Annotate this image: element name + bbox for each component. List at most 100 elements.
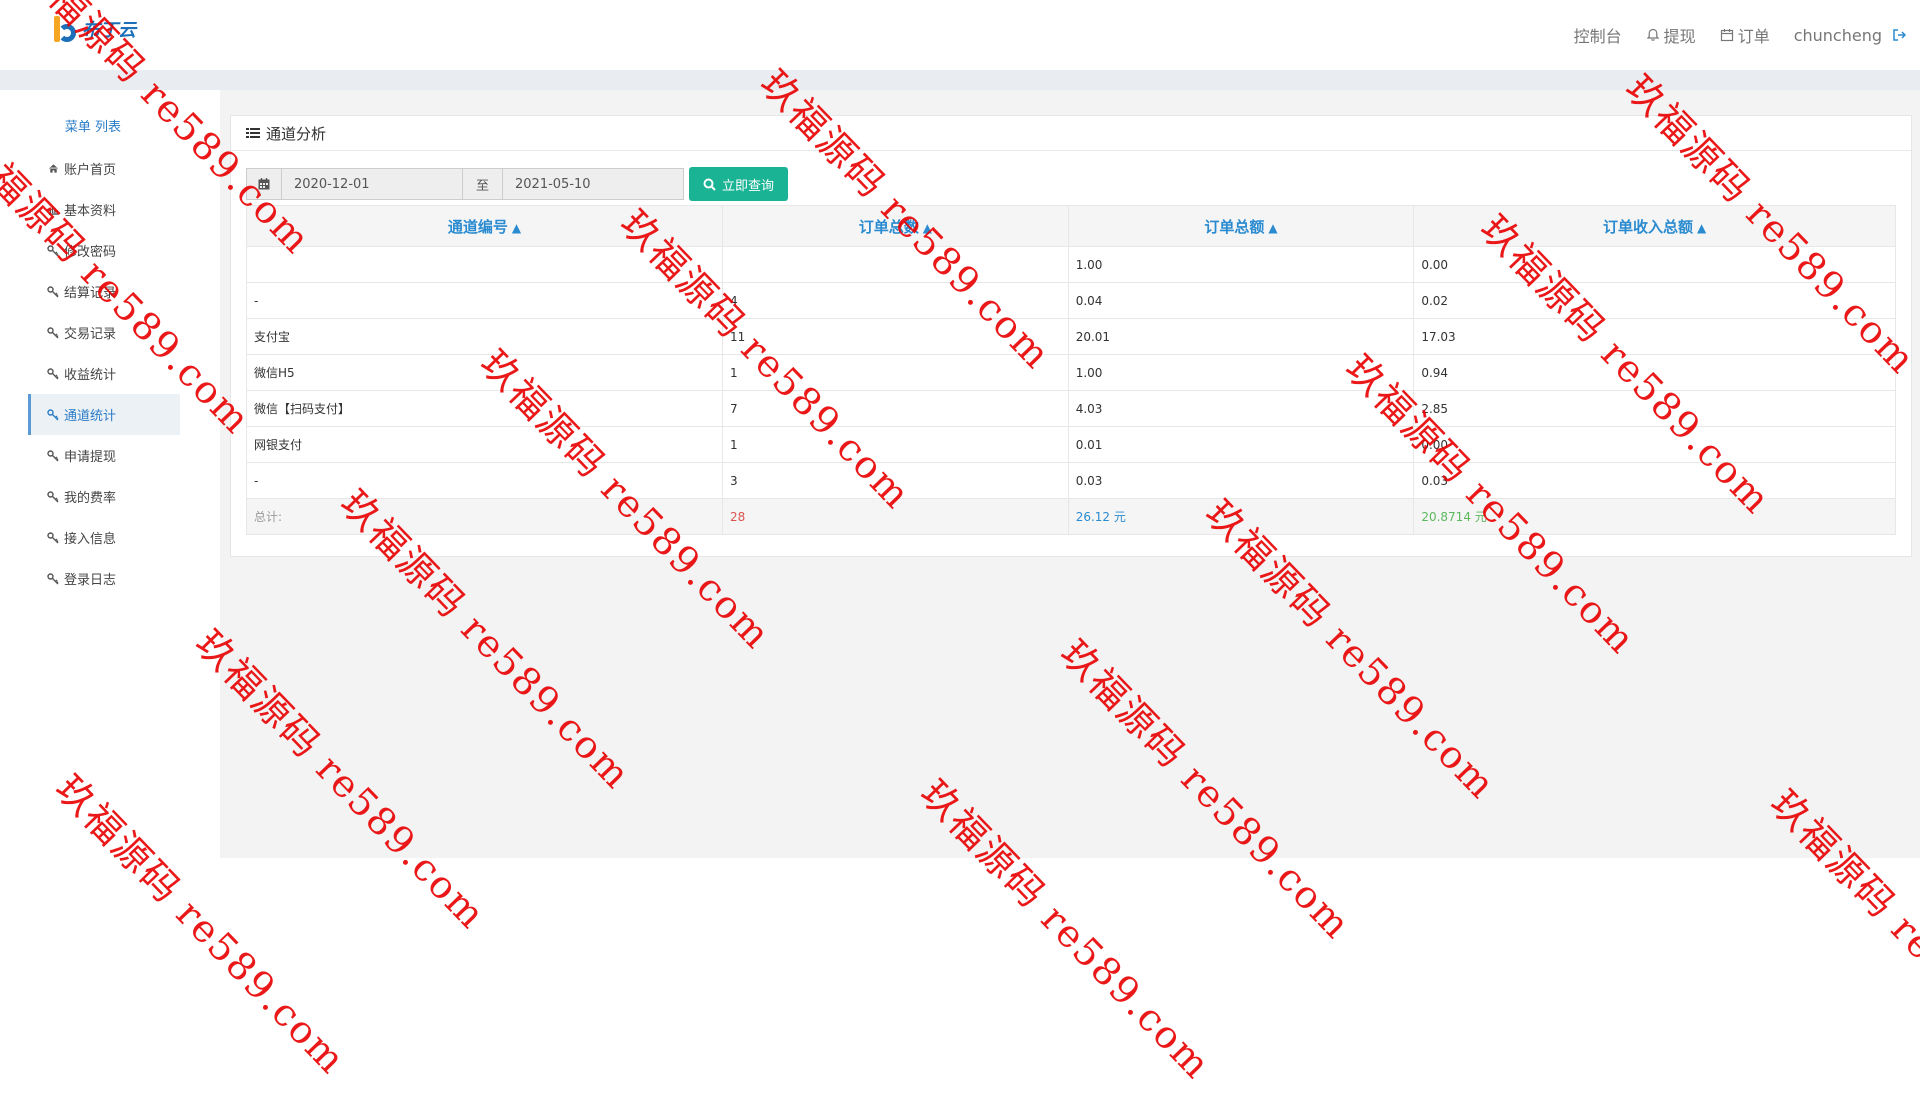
table-row: 网银支付 1 0.01 0.00: [245, 426, 1896, 463]
sort-up-icon: ▲: [511, 220, 522, 235]
sidebar-item-label: 接入信息: [64, 532, 117, 547]
start-date-input[interactable]: [282, 168, 463, 200]
total-order-income: 20.8714 元: [1413, 498, 1896, 535]
cell-order-count: [722, 246, 1069, 283]
sidebar-item-label: 账户首页: [64, 163, 117, 178]
sidebar-item-access-info[interactable]: 接入信息: [28, 517, 180, 558]
total-order-count: 28: [722, 498, 1069, 535]
key-icon: [46, 367, 60, 380]
cell-order-income: 2.85: [1413, 390, 1896, 427]
key-icon: [46, 326, 60, 339]
sidebar-item-withdraw[interactable]: 申请提现: [28, 435, 180, 476]
total-label: 总计:: [245, 498, 724, 535]
logo-mark-icon: [52, 14, 78, 44]
cell-order-income: 0.00: [1413, 246, 1896, 283]
search-icon: [703, 178, 716, 191]
logo-text: 布丁云: [82, 20, 136, 41]
username[interactable]: chuncheng: [1794, 26, 1882, 45]
cell-order-amount: 1.00: [1067, 246, 1415, 283]
cell-channel: -: [245, 462, 724, 499]
sidebar-item-label: 登录日志: [64, 573, 117, 588]
cell-channel: [245, 246, 724, 283]
cell-order-count: 7: [722, 390, 1069, 427]
key-icon: [46, 285, 60, 298]
nav-orders[interactable]: 订单: [1720, 23, 1770, 47]
nav-dashboard[interactable]: 控制台: [1574, 23, 1622, 47]
cell-order-income: 0.03: [1413, 462, 1896, 499]
sidebar: 菜单 列表 账户首页 基本资料 修改密码 结算记录 交易记录 收益统计 通道统计…: [0, 90, 220, 909]
sidebar-item-label: 修改密码: [64, 245, 117, 260]
nav-orders-label: 订单: [1737, 27, 1770, 46]
cell-order-count: 1: [722, 426, 1069, 463]
table-row: - 3 0.03 0.03: [245, 462, 1896, 499]
key-icon: [46, 449, 60, 462]
panel-header: 通道分析: [231, 116, 1911, 151]
cell-channel: 微信【扫码支付】: [245, 390, 724, 427]
sort-up-icon: ▲: [1697, 220, 1707, 235]
list-icon: [246, 127, 260, 139]
sidebar-item-rates[interactable]: 我的费率: [28, 476, 180, 517]
sidebar-menu: 账户首页 基本资料 修改密码 结算记录 交易记录 收益统计 通道统计 申请提现 …: [28, 148, 180, 599]
sidebar-item-settlement[interactable]: 结算记录: [28, 271, 180, 312]
home-icon: [46, 163, 60, 174]
channel-analysis-panel: 通道分析 至 立即查询 通道编号▲ 订单总数▲ 订单总额▲: [230, 115, 1912, 557]
query-button-label: 立即查询: [722, 178, 775, 194]
sidebar-item-profile[interactable]: 基本资料: [28, 189, 180, 230]
panel-title: 通道分析: [266, 124, 327, 143]
nav-withdraw-label: 提现: [1663, 27, 1696, 46]
sidebar-item-label: 通道统计: [64, 409, 117, 424]
cell-order-count: 3: [722, 462, 1069, 499]
cell-order-income: 17.03: [1413, 318, 1896, 355]
table-row: 微信【扫码支付】 7 4.03 2.85: [245, 390, 1896, 427]
sidebar-item-login-log[interactable]: 登录日志: [28, 558, 180, 599]
cell-channel: 网银支付: [245, 426, 724, 463]
top-nav: 控制台 提现 订单 chuncheng: [1574, 20, 1920, 50]
cell-order-count: 4: [722, 282, 1069, 319]
table-header-row: 通道编号 ▲ 订单总数 ▲ 订单总额 ▲ 订单收入总额 ▲: [245, 205, 1896, 247]
column-header-channel[interactable]: 通道编号 ▲: [245, 205, 724, 247]
key-icon: [46, 408, 60, 421]
column-header-order-amount[interactable]: 订单总额 ▲: [1067, 205, 1415, 247]
cell-order-income: 0.02: [1413, 282, 1896, 319]
nav-dashboard-label: 控制台: [1573, 27, 1622, 46]
main-content: 通道分析 至 立即查询 通道编号▲ 订单总数▲ 订单总额▲: [220, 90, 1920, 858]
nav-withdraw[interactable]: 提现: [1646, 23, 1696, 47]
top-header: 布丁云 控制台 提现 订单 chuncheng: [0, 0, 1920, 70]
cell-channel: 支付宝: [245, 318, 724, 355]
cell-order-amount: 1.00: [1067, 354, 1415, 391]
header-divider: [0, 70, 1920, 90]
cell-order-amount: 4.03: [1067, 390, 1415, 427]
sidebar-title: 菜单 列表: [64, 120, 122, 135]
key-icon: [46, 572, 60, 585]
cell-order-amount: 0.04: [1067, 282, 1415, 319]
cell-order-count: 1: [722, 354, 1069, 391]
sign-out-icon[interactable]: [1892, 28, 1906, 42]
sort-up-icon: ▲: [1268, 220, 1278, 235]
sort-up-icon: ▲: [922, 220, 932, 235]
column-header-order-income[interactable]: 订单收入总额 ▲: [1413, 205, 1896, 247]
sidebar-item-label: 结算记录: [64, 286, 117, 301]
table-row: - 4 0.04 0.02: [245, 282, 1896, 319]
sidebar-item-channel-stats[interactable]: 通道统计: [28, 394, 180, 435]
sidebar-item-earnings[interactable]: 收益统计: [28, 353, 180, 394]
table-row: 支付宝 11 20.01 17.03: [245, 318, 1896, 355]
query-button[interactable]: 立即查询: [689, 167, 789, 201]
column-header-order-count[interactable]: 订单总数 ▲: [722, 205, 1069, 247]
logo[interactable]: 布丁云: [52, 14, 136, 44]
cell-order-amount: 0.01: [1067, 426, 1415, 463]
table-row: 微信H5 1 1.00 0.94: [245, 354, 1896, 391]
channel-stats-table: 通道编号 ▲ 订单总数 ▲ 订单总额 ▲ 订单收入总额 ▲ 1.00 0.00 - 4 …: [245, 205, 1896, 535]
cell-channel: 微信H5: [245, 354, 724, 391]
sidebar-item-label: 交易记录: [64, 327, 117, 342]
sidebar-item-label: 申请提现: [64, 450, 117, 465]
key-icon: [46, 244, 60, 257]
sidebar-item-password[interactable]: 修改密码: [28, 230, 180, 271]
cell-order-amount: 20.01: [1067, 318, 1415, 355]
bell-icon: [1646, 28, 1660, 42]
cell-order-count: 11: [722, 318, 1069, 355]
sidebar-item-home[interactable]: 账户首页: [28, 148, 180, 189]
sidebar-item-label: 收益统计: [64, 368, 117, 383]
cell-order-income: 0.00: [1413, 426, 1896, 463]
sidebar-item-transactions[interactable]: 交易记录: [28, 312, 180, 353]
end-date-input[interactable]: [503, 168, 684, 200]
